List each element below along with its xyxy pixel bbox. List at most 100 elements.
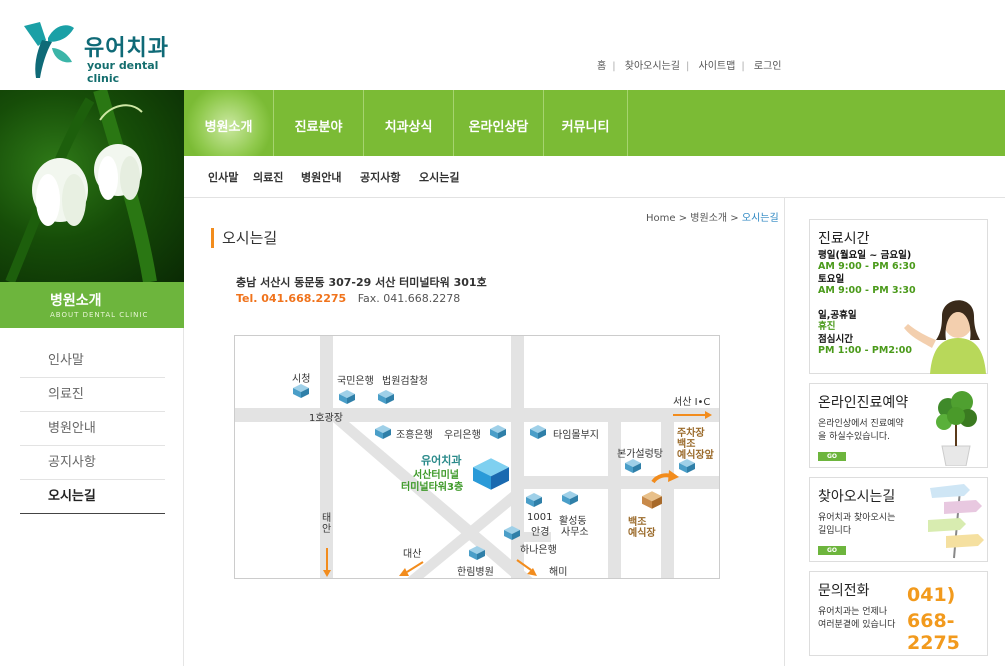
top-link-directions[interactable]: 찾아오시는길 <box>625 61 680 72</box>
side-menu: 인사말 의료진 병원안내 공지사항 오시는길 <box>20 344 165 514</box>
side-menu-notice[interactable]: 공지사항 <box>20 446 165 480</box>
map-label: 서산 I•C <box>673 397 711 408</box>
side-menu-directions[interactable]: 오시는길 <box>20 480 165 514</box>
map-label: 안경 <box>531 527 550 538</box>
wedding-hall-icon <box>642 491 662 509</box>
subnav-greeting[interactable]: 인사말 <box>208 169 238 185</box>
building-icon <box>530 425 546 439</box>
map-label: 본가설렁탕 <box>617 449 663 460</box>
directions-title: 찾아오시는길 <box>818 489 896 505</box>
map-label: 예식장 <box>628 528 656 539</box>
hours-label: 토요일 <box>818 274 845 285</box>
nav-treatment[interactable]: 진료분야 <box>274 90 364 156</box>
phone-fax: Tel. 041.668.2275 Fax. 041.668.2278 <box>236 292 460 305</box>
reservation-title: 온라인진료예약 <box>818 395 909 411</box>
divider <box>784 198 785 666</box>
top-link-login[interactable]: 로그인 <box>754 61 782 72</box>
hours-label: 일,공휴일 <box>818 310 857 321</box>
subnav-notice[interactable]: 공지사항 <box>360 169 400 185</box>
side-title-english: ABOUT DENTAL CLINIC <box>50 311 149 319</box>
breadcrumb: Home > 병원소개 > 오시는길 <box>646 209 779 224</box>
map-label: 사무소 <box>561 527 589 538</box>
map-label: 해미 <box>549 567 568 578</box>
breadcrumb-current: 오시는길 <box>741 213 779 224</box>
building-icon <box>504 526 520 540</box>
divider <box>183 328 184 666</box>
side-title: 병원소개 ABOUT DENTAL CLINIC <box>0 282 184 328</box>
tel: Tel. 041.668.2275 <box>236 292 347 305</box>
building-icon <box>378 390 394 404</box>
hours-value: PM 1:00 - PM2:00 <box>818 345 912 356</box>
building-icon <box>293 384 309 398</box>
map-label: 터미널타워3층 <box>401 482 464 493</box>
breadcrumb-section[interactable]: 병원소개 <box>690 213 727 224</box>
breadcrumb-sep: > <box>730 213 739 224</box>
directions-go-button[interactable]: GO <box>818 546 846 555</box>
building-icon <box>375 425 391 439</box>
map-label: 1001 <box>527 512 553 523</box>
top-link-home[interactable]: 홈 <box>597 61 606 72</box>
nav-community[interactable]: 커뮤니티 <box>544 90 628 156</box>
map-label: 한림병원 <box>457 567 494 578</box>
directions-desc: 유어치과 찾아오시는 <box>818 513 896 523</box>
map-label: 국민은행 <box>337 376 374 387</box>
page-title: 오시는길 <box>211 228 277 248</box>
breadcrumb-sep: > <box>678 213 688 224</box>
plant-icon <box>936 391 977 466</box>
directions-map: 시청 국민은행 법원검찰청 1호광장 서산 I•C 조흥은행 우리은행 타임몰부… <box>234 335 720 579</box>
side-menu-greeting[interactable]: 인사말 <box>20 344 165 378</box>
building-icon <box>562 491 578 505</box>
directions-desc: 길입니다 <box>818 526 852 536</box>
reservation-box[interactable]: 온라인진료예약 온라인상에서 진료예약 을 하실수있습니다. GO <box>809 383 988 468</box>
address: 충남 서산시 동문동 307-29 서산 터미널타워 301호 <box>236 276 487 289</box>
signpost-icon <box>928 484 984 559</box>
building-icon <box>490 425 506 439</box>
building-icon <box>339 390 355 404</box>
sub-nav: 인사말 의료진 병원안내 공지사항 오시는길 <box>184 156 1005 198</box>
top-links: 홈 | 찾아오시는길 | 사이트맵 | 로그인 <box>597 61 782 72</box>
fax: Fax. 041.668.2278 <box>357 292 461 305</box>
hours-label: 평일(월요일 ~ 금요일) <box>818 250 912 261</box>
breadcrumb-home[interactable]: Home <box>646 213 676 224</box>
building-icon <box>526 493 542 507</box>
nav-online-consult[interactable]: 온라인상담 <box>454 90 544 156</box>
hours-box: 진료시간 평일(월요일 ~ 금요일) AM 9:00 - PM 6:30 토요일… <box>809 219 988 374</box>
building-icon <box>679 459 695 473</box>
map-label: 우리은행 <box>444 430 481 441</box>
phone-desc: 여러분곁에 있습니다 <box>818 620 896 630</box>
hours-value: AM 9:00 - PM 3:30 <box>818 285 916 296</box>
map-label: 예식장앞 <box>677 450 714 461</box>
phone-box: 문의전화 유어치과는 언제나 여러분곁에 있습니다 041) 668-2275 <box>809 571 988 656</box>
hours-label: 점심시간 <box>818 334 853 345</box>
directions-box[interactable]: 찾아오시는길 유어치과 찾아오시는 길입니다 GO <box>809 477 988 562</box>
flower-image <box>0 90 184 282</box>
map-label: 안 <box>322 524 332 535</box>
nav-dental-info[interactable]: 치과상식 <box>364 90 454 156</box>
map-label: 법원검찰청 <box>382 376 428 387</box>
logo-english: your dental clinic <box>87 59 159 85</box>
header: 유어치과 your dental clinic 홈 | 찾아오시는길 | 사이트맵 |… <box>0 0 1005 90</box>
reservation-desc: 을 하실수있습니다. <box>818 432 890 442</box>
subnav-guide[interactable]: 병원안내 <box>301 169 341 185</box>
side-menu-guide[interactable]: 병원안내 <box>20 412 165 446</box>
phone-title: 문의전화 <box>818 583 870 599</box>
clinic-building-icon <box>473 458 509 490</box>
nav-about[interactable]: 병원소개 <box>184 90 274 156</box>
phone-desc: 유어치과는 언제나 <box>818 607 888 617</box>
reservation-desc: 온라인상에서 진료예약 <box>818 419 904 429</box>
building-icon <box>469 546 485 560</box>
subnav-directions[interactable]: 오시는길 <box>419 169 459 185</box>
reservation-go-button[interactable]: GO <box>818 452 846 461</box>
map-label: 조흥은행 <box>396 430 433 441</box>
map-label: 타임몰부지 <box>553 430 599 441</box>
staff-photo <box>904 300 986 374</box>
subnav-staff[interactable]: 의료진 <box>253 169 283 185</box>
side-menu-staff[interactable]: 의료진 <box>20 378 165 412</box>
hours-value: 휴진 <box>818 321 836 332</box>
building-icon <box>625 459 641 473</box>
logo-korean: 유어치과 <box>84 36 169 61</box>
logo-mark-icon <box>24 22 74 78</box>
logo[interactable]: 유어치과 your dental clinic <box>18 18 188 85</box>
hours-value: AM 9:00 - PM 6:30 <box>818 261 916 272</box>
top-link-sitemap[interactable]: 사이트맵 <box>699 61 736 72</box>
